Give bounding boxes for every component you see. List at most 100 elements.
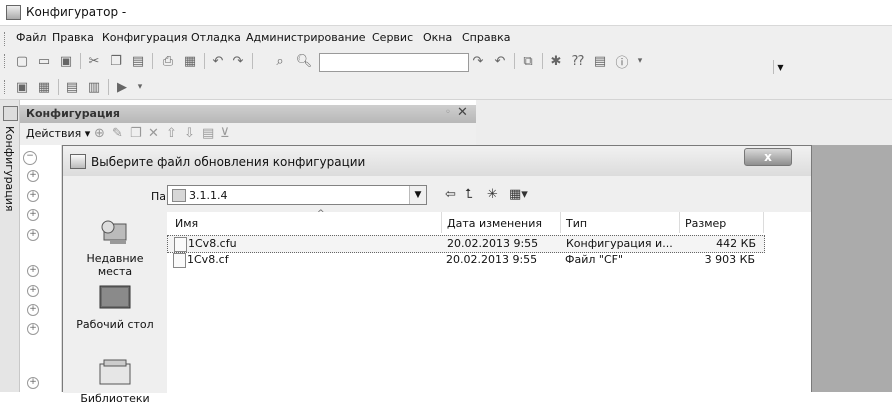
configuration-tab-icon: [3, 106, 18, 121]
pin-icon[interactable]: ◦: [445, 107, 451, 118]
cut-icon[interactable]: ✂: [86, 53, 102, 69]
config-panel-header: Конфигурация ◦ ✕: [20, 105, 476, 123]
back-arrow-icon[interactable]: ⇦: [445, 187, 456, 202]
move-up-icon[interactable]: ⇧: [166, 126, 177, 141]
redo-icon[interactable]: ↷: [230, 53, 246, 69]
place-recent[interactable]: Недавние места: [63, 218, 167, 278]
new-folder-icon[interactable]: ✳: [487, 187, 498, 202]
document-file-icon: [173, 253, 186, 268]
column-header-date[interactable]: Дата изменения: [447, 217, 542, 230]
up-folder-icon[interactable]: ⮤: [465, 187, 473, 202]
info-icon[interactable]: ⓘ: [614, 53, 630, 71]
tree-expander[interactable]: +: [27, 323, 39, 335]
copy-icon[interactable]: ❐: [108, 53, 124, 69]
menu-debug[interactable]: Отладка: [191, 31, 241, 44]
secondary-toolbar: ▣ ▦ ▤ ▥ ▶ ▾: [0, 74, 892, 100]
help-topic-icon[interactable]: ⁇: [570, 53, 586, 69]
chevron-down-icon[interactable]: ▼: [409, 186, 426, 204]
menu-configuration[interactable]: Конфигурация: [102, 31, 188, 44]
file-date: 20.02.2013 9:55: [447, 237, 539, 250]
recent-places-icon: [101, 220, 127, 244]
tree-expander[interactable]: +: [27, 304, 39, 316]
dialog-body: Папка: 3.1.1.4 ▼ ⇦ ⮤ ✳ ▦▾ Недавние места: [63, 176, 811, 405]
file-list: ^ Имя Дата изменения Тип Размер 1Cv8.cfu…: [167, 209, 811, 393]
actions-menu[interactable]: Действия ▾: [26, 127, 90, 140]
place-label: Библиотеки: [80, 392, 150, 405]
menu-file[interactable]: Файл: [16, 31, 46, 44]
edit-icon[interactable]: ✎: [112, 126, 123, 141]
undo-icon[interactable]: ↶: [210, 53, 226, 69]
tree-expander[interactable]: +: [27, 285, 39, 297]
column-header-size[interactable]: Размер: [685, 217, 726, 230]
filter-icon[interactable]: ⊻: [220, 126, 230, 141]
file-open-dialog: Выберите файл обновления конфигурации x …: [62, 145, 812, 405]
menu-service[interactable]: Сервис: [372, 31, 413, 44]
find-next-icon[interactable]: ↷: [470, 53, 486, 69]
run-debug-icon[interactable]: ▶: [114, 79, 130, 95]
column-divider[interactable]: [763, 212, 764, 233]
tree-root-expander[interactable]: −: [23, 151, 37, 165]
print-icon[interactable]: ⎙: [160, 53, 176, 69]
column-header-type[interactable]: Тип: [566, 217, 587, 230]
chevron-down-icon[interactable]: ▾: [632, 53, 648, 69]
dialog-close-button[interactable]: x: [744, 148, 792, 166]
open-folder-icon[interactable]: ▭: [36, 53, 52, 69]
print-preview-icon[interactable]: ▦: [182, 53, 198, 69]
open-configuration-icon[interactable]: ▣: [14, 79, 30, 95]
tree-expander[interactable]: +: [27, 265, 39, 277]
side-panel-tab[interactable]: Конфигурация: [0, 100, 20, 392]
column-divider[interactable]: [679, 212, 680, 233]
chevron-down-icon[interactable]: ▼: [773, 60, 787, 75]
notes-icon[interactable]: ▤: [592, 53, 608, 69]
toolbar-separator: [152, 53, 153, 69]
find-previous-icon[interactable]: ↶: [492, 53, 508, 69]
column-header-name[interactable]: Имя: [175, 217, 198, 230]
file-size: 442 КБ: [716, 237, 756, 250]
form-icon[interactable]: ▥: [86, 79, 102, 95]
file-type: Файл "CF": [565, 253, 624, 266]
search-icon[interactable]: 🔍︎: [296, 53, 313, 69]
windows-icon[interactable]: ⧉: [520, 53, 536, 69]
place-libraries[interactable]: Библиотеки: [63, 358, 167, 405]
file-type: Конфигурация и...: [566, 237, 673, 250]
file-row[interactable]: 1Cv8.cfu 20.02.2013 9:55 Конфигурация и.…: [167, 235, 765, 253]
menu-bar: Файл Правка Конфигурация Отладка Админис…: [0, 26, 892, 48]
toolbar-separator: [252, 53, 253, 69]
paste-icon[interactable]: ▤: [130, 53, 146, 69]
syntax-assistant-icon[interactable]: ✱: [548, 53, 564, 69]
place-desktop[interactable]: Рабочий стол: [63, 284, 167, 331]
save-icon[interactable]: ▣: [58, 53, 74, 69]
search-input[interactable]: ▼: [319, 53, 784, 75]
dialog-title: Выберите файл обновления конфигурации: [91, 155, 366, 169]
new-document-icon[interactable]: ▢: [14, 53, 30, 69]
add-icon[interactable]: ⊕: [94, 126, 105, 141]
menu-help[interactable]: Справка: [462, 31, 510, 44]
menu-windows[interactable]: Окна: [423, 31, 452, 44]
view-menu-icon[interactable]: ▦▾: [509, 187, 528, 202]
tree-expander[interactable]: +: [27, 190, 39, 202]
close-icon[interactable]: ✕: [457, 105, 468, 120]
toolbar-separator: [514, 53, 515, 69]
file-row[interactable]: 1Cv8.cf 20.02.2013 9:55 Файл "CF" 3 903 …: [167, 252, 763, 268]
folder-value: 3.1.1.4: [189, 189, 228, 202]
tree-expander[interactable]: +: [27, 170, 39, 182]
delete-icon[interactable]: ✕: [148, 126, 159, 141]
desktop-icon: [99, 285, 131, 309]
tree-expander[interactable]: +: [27, 229, 39, 241]
database-icon[interactable]: ▤: [64, 79, 80, 95]
tree-expander[interactable]: +: [27, 377, 39, 389]
copy-icon[interactable]: ❐: [130, 126, 142, 141]
column-divider[interactable]: [560, 212, 561, 233]
chevron-down-icon[interactable]: ▾: [132, 79, 148, 95]
tree-expander[interactable]: +: [27, 209, 39, 221]
places-bar: Недавние места Рабочий стол Библиотеки: [63, 212, 167, 405]
folder-select[interactable]: 3.1.1.4 ▼: [167, 185, 427, 205]
menu-administration[interactable]: Администрирование: [246, 31, 366, 44]
move-down-icon[interactable]: ⇩: [184, 126, 195, 141]
list-icon[interactable]: ▤: [202, 126, 214, 141]
find-in-document-icon[interactable]: ⌕: [272, 53, 288, 69]
menu-edit[interactable]: Правка: [52, 31, 94, 44]
libraries-icon: [99, 359, 131, 385]
column-divider[interactable]: [441, 212, 442, 233]
metadata-tree-icon[interactable]: ▦: [36, 79, 52, 95]
